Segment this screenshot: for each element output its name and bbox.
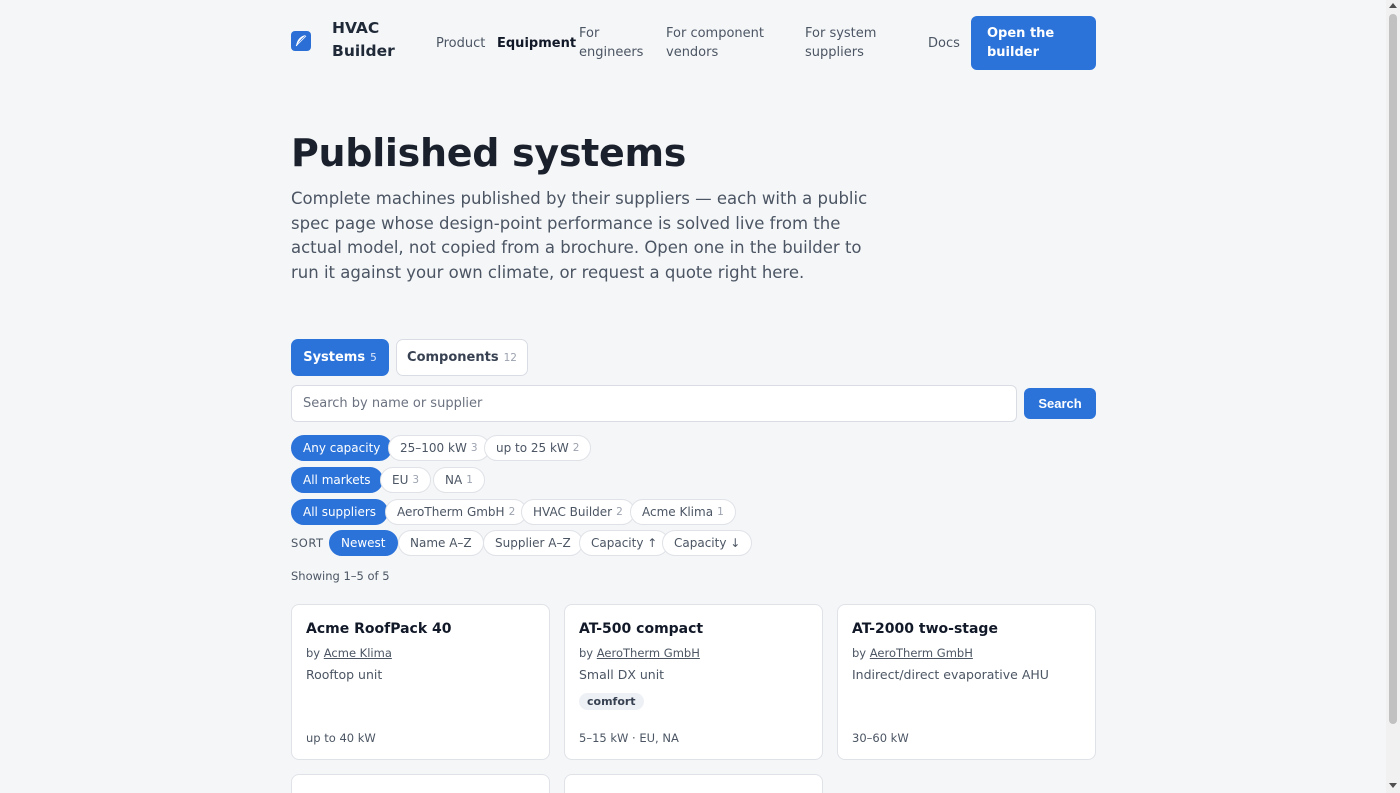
- card-title[interactable]: Acme RoofPack 40: [306, 619, 535, 639]
- card-capacity: 5–15 kW · EU, NA: [579, 731, 679, 745]
- sort-capacity-asc[interactable]: Capacity ↑: [579, 530, 670, 556]
- system-card-partial[interactable]: [564, 774, 823, 793]
- tab-systems[interactable]: Systems 5: [291, 339, 389, 376]
- tab-components[interactable]: Components 12: [396, 339, 528, 376]
- supplier-link[interactable]: AeroTherm GmbH: [597, 646, 700, 660]
- chip-count: 2: [508, 506, 516, 518]
- system-card[interactable]: AT-500 compact by AeroTherm GmbH Small D…: [564, 604, 823, 760]
- nav-for-component-vendors[interactable]: For component vendors: [666, 16, 776, 70]
- chip-count: 1: [466, 474, 473, 486]
- sort-capacity-desc[interactable]: Capacity ↓: [662, 530, 753, 556]
- card-type: Small DX unit: [579, 667, 665, 682]
- filter-supplier-hvac-builder[interactable]: HVAC Builder 2: [521, 499, 635, 525]
- chip-label: HVAC Builder: [533, 505, 613, 519]
- filter-all-suppliers[interactable]: All suppliers: [291, 499, 389, 525]
- card-capacity: up to 40 kW: [306, 731, 376, 745]
- card-supplier: by Acme Klima: [306, 645, 535, 661]
- card-by-prefix: by: [852, 646, 867, 660]
- card-tag: comfort: [579, 693, 644, 710]
- chip-label: 25–100 kW: [400, 441, 467, 455]
- nav-product[interactable]: Product: [436, 16, 485, 70]
- search-input[interactable]: [291, 385, 1017, 422]
- sort-name-az[interactable]: Name A–Z: [398, 530, 484, 556]
- filter-capacity-25-100[interactable]: 25–100 kW 3: [388, 435, 490, 461]
- filter-market-eu[interactable]: EU 3: [380, 467, 432, 493]
- tab-systems-count: 5: [370, 351, 377, 364]
- nav-for-system-suppliers[interactable]: For system suppliers: [805, 16, 893, 70]
- card-capacity: 30–60 kW: [852, 731, 909, 745]
- chip-count: 2: [572, 442, 580, 454]
- chip-label: All suppliers: [303, 505, 377, 519]
- chip-label: Supplier A–Z: [495, 536, 571, 550]
- card-supplier: by AeroTherm GmbH: [852, 645, 1081, 661]
- sort-supplier-az[interactable]: Supplier A–Z: [483, 530, 583, 556]
- filter-any-capacity[interactable]: Any capacity: [291, 435, 393, 461]
- chip-label: AeroTherm GmbH: [397, 505, 505, 519]
- sort-label: SORT: [291, 536, 324, 550]
- scroll-up-arrow-icon[interactable]: [1389, 3, 1397, 8]
- brand-feather-icon[interactable]: [291, 31, 311, 51]
- tab-components-count: 12: [503, 351, 517, 364]
- system-card[interactable]: AT-2000 two-stage by AeroTherm GmbH Indi…: [837, 604, 1096, 760]
- scroll-down-arrow-icon[interactable]: [1389, 783, 1397, 788]
- scroll-thumb[interactable]: [1389, 14, 1397, 724]
- site-header: HVAC Builder Product Equipment For engin…: [291, 16, 1096, 70]
- chip-label: Newest: [341, 536, 386, 550]
- nav-equipment[interactable]: Equipment: [497, 16, 576, 70]
- card-title[interactable]: AT-500 compact: [579, 619, 808, 639]
- chip-label: Name A–Z: [410, 536, 472, 550]
- filter-supplier-aerotherm[interactable]: AeroTherm GmbH 2: [385, 499, 528, 525]
- chip-label: Capacity ↓: [674, 536, 741, 550]
- chip-label: All markets: [303, 473, 371, 487]
- chip-label: Capacity ↑: [591, 536, 658, 550]
- nav-for-engineers[interactable]: For engineers: [579, 16, 649, 70]
- card-by-prefix: by: [306, 646, 321, 660]
- chip-label: Any capacity: [303, 441, 381, 455]
- page-description: Complete machines published by their sup…: [291, 189, 868, 283]
- nav-docs[interactable]: Docs: [928, 16, 960, 70]
- supplier-link[interactable]: AeroTherm GmbH: [870, 646, 973, 660]
- card-type: Rooftop unit: [306, 667, 383, 682]
- tab-systems-label: Systems: [303, 350, 366, 365]
- open-builder-button[interactable]: Open the builder: [971, 16, 1096, 70]
- tab-components-label: Components: [407, 350, 499, 365]
- search-button[interactable]: Search: [1024, 388, 1096, 419]
- system-card[interactable]: Acme RoofPack 40 by Acme Klima Rooftop u…: [291, 604, 550, 760]
- brand-name[interactable]: HVAC Builder: [332, 17, 402, 63]
- chip-label: Acme Klima: [642, 505, 714, 519]
- page-scrollbar[interactable]: [1386, 0, 1400, 793]
- chip-label: NA: [445, 473, 463, 487]
- filter-market-na[interactable]: NA 1: [433, 467, 485, 493]
- system-card-partial[interactable]: [291, 774, 550, 793]
- chip-count: 3: [412, 474, 420, 486]
- filter-supplier-acme-klima[interactable]: Acme Klima 1: [630, 499, 736, 525]
- card-title[interactable]: AT-2000 two-stage: [852, 619, 1081, 639]
- chip-count: 3: [470, 442, 478, 454]
- page-title: Published systems: [291, 131, 687, 175]
- card-by-prefix: by: [579, 646, 594, 660]
- results-count: Showing 1–5 of 5: [291, 569, 390, 583]
- card-type: Indirect/direct evaporative AHU: [852, 667, 1049, 682]
- supplier-link[interactable]: Acme Klima: [324, 646, 392, 660]
- chip-count: 2: [616, 506, 623, 518]
- filter-capacity-up-to-25[interactable]: up to 25 kW 2: [484, 435, 592, 461]
- sort-newest[interactable]: Newest: [329, 530, 398, 556]
- chip-count: 1: [717, 506, 724, 518]
- chip-label: EU: [392, 473, 409, 487]
- filter-all-markets[interactable]: All markets: [291, 467, 383, 493]
- card-supplier: by AeroTherm GmbH: [579, 645, 808, 661]
- chip-label: up to 25 kW: [496, 441, 569, 455]
